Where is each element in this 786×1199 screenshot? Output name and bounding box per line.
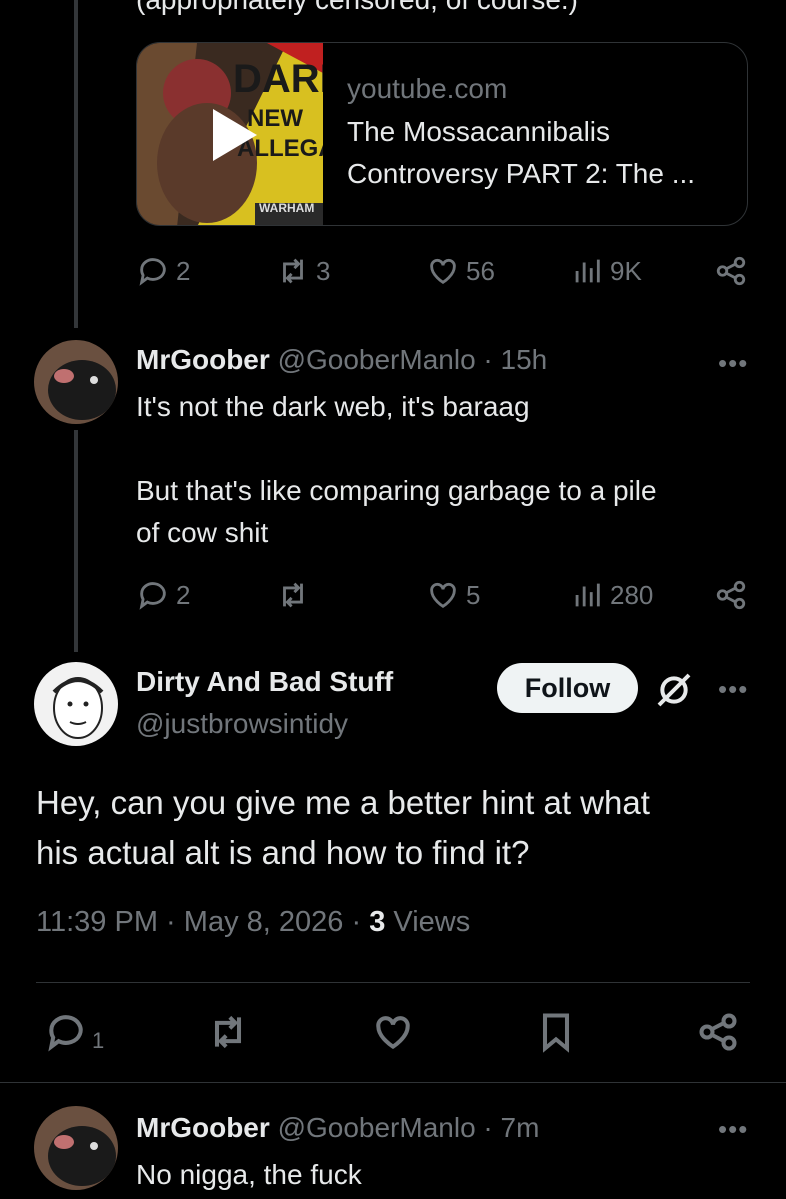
display-name[interactable]: MrGoober	[136, 1112, 270, 1143]
bookmark-button[interactable]	[534, 1010, 578, 1059]
like-button[interactable]: 56	[426, 254, 495, 288]
share-icon	[699, 1013, 737, 1051]
share-button[interactable]	[696, 1010, 740, 1059]
views-icon	[575, 259, 600, 283]
divider	[36, 982, 750, 983]
tweet-actions: 2 3 56 9K	[136, 254, 752, 294]
reply-text: It's not the dark web, it's baraag But t…	[136, 391, 657, 548]
reply-button[interactable]: 2	[136, 254, 190, 288]
like-button[interactable]: 5	[426, 578, 480, 612]
like-icon	[430, 582, 456, 609]
views-count: 3	[369, 906, 386, 938]
more-icon[interactable]: •••	[718, 348, 748, 379]
share-icon	[716, 580, 746, 610]
timestamp[interactable]: 7m	[501, 1112, 540, 1143]
like-button[interactable]	[371, 1010, 415, 1059]
repost-icon	[283, 258, 303, 284]
handle[interactable]: @GooberManlo	[278, 1112, 476, 1143]
grok-icon[interactable]	[654, 670, 694, 710]
reply-header: MrGoober @GooberManlo · 15h	[136, 344, 548, 375]
share-button[interactable]	[714, 254, 748, 288]
avatar[interactable]	[34, 662, 118, 746]
thread-line-middle	[74, 430, 78, 652]
reply-button[interactable]: 2	[136, 578, 190, 612]
video-thumbnail: DARK NEW ALLEGAT WARHAM	[137, 43, 323, 225]
play-icon[interactable]	[209, 107, 259, 163]
like-icon	[430, 258, 456, 285]
more-icon[interactable]: •••	[718, 674, 748, 705]
tweet-date[interactable]: May 8, 2026	[184, 906, 344, 938]
share-icon	[716, 256, 746, 286]
card-title: The Mossacannibalis Controversy PART 2: …	[347, 116, 696, 189]
views-button[interactable]: 9K	[570, 254, 642, 288]
thread-line-top	[74, 0, 78, 328]
display-name[interactable]: Dirty And Bad Stuff	[136, 666, 393, 697]
reply-text: No nigga, the fuck	[136, 1159, 362, 1190]
more-icon[interactable]: •••	[718, 1114, 748, 1145]
like-icon	[376, 1016, 410, 1050]
bookmark-icon	[542, 1013, 570, 1053]
reply-button[interactable]: 1	[44, 1010, 104, 1054]
share-button[interactable]	[714, 578, 748, 612]
avatar[interactable]	[34, 1106, 118, 1190]
reply-icon	[139, 258, 166, 286]
repost-icon	[283, 582, 303, 608]
reply-icon	[48, 1015, 83, 1052]
views-icon	[575, 583, 600, 607]
tweet-time[interactable]: 11:39 PM	[36, 906, 158, 938]
tweet-meta: 11:39 PM · May 8, 2026 · 3 Views	[36, 906, 471, 938]
reply-header: MrGoober @GooberManlo · 7m	[136, 1112, 540, 1143]
repost-button[interactable]	[276, 578, 316, 612]
views-label: Views	[393, 906, 471, 938]
tweet-text: Hey, can you give me a better hint at wh…	[36, 784, 650, 871]
views-button[interactable]: 280	[570, 578, 653, 612]
repost-button[interactable]	[206, 1010, 250, 1059]
handle[interactable]: @GooberManlo	[278, 344, 476, 375]
repost-icon	[214, 1015, 242, 1049]
previous-tweet-text: (appropriately censored, of course.)	[136, 0, 578, 16]
reply-icon	[139, 582, 166, 610]
avatar[interactable]	[34, 340, 118, 424]
divider	[0, 1082, 786, 1083]
timestamp[interactable]: 15h	[501, 344, 548, 375]
handle[interactable]: @justbrowsintidy	[136, 708, 348, 740]
reply-actions: 2 5 280	[136, 578, 752, 618]
card-domain: youtube.com	[347, 73, 508, 104]
display-name[interactable]: MrGoober	[136, 344, 270, 375]
link-preview-card[interactable]: DARK NEW ALLEGAT WARHAM youtube.com The …	[136, 42, 748, 226]
follow-button[interactable]: Follow	[497, 663, 638, 713]
repost-button[interactable]: 3	[276, 254, 330, 288]
